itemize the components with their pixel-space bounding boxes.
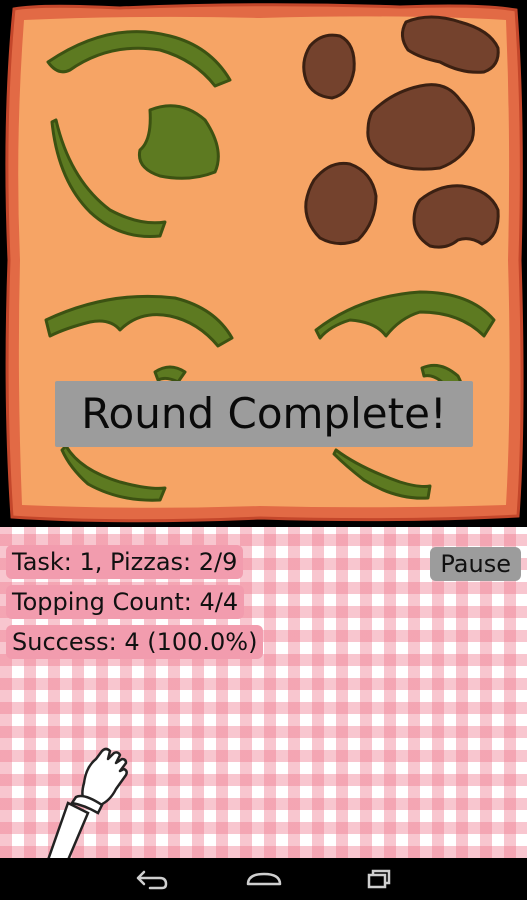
recents-icon [367, 869, 391, 889]
sausage-piece [412, 184, 500, 249]
topping-count-label: Topping Count: 4/4 [6, 585, 245, 619]
pizza[interactable] [0, 0, 527, 527]
status-panel: Task: 1, Pizzas: 2/9 Topping Count: 4/4 … [0, 527, 527, 858]
android-navigation-bar [0, 858, 527, 900]
success-rate-label: Success: 4 (100.0%) [6, 625, 264, 659]
nav-recents-button[interactable] [352, 866, 400, 892]
chef-sleeve [47, 801, 90, 858]
nav-home-button[interactable] [240, 866, 288, 892]
green-pepper-fragment [153, 365, 187, 384]
pause-button[interactable]: Pause [430, 547, 521, 581]
nav-back-button[interactable] [128, 866, 176, 892]
sausage-piece [302, 33, 356, 100]
back-arrow-icon [136, 870, 168, 890]
home-icon [246, 872, 282, 886]
round-complete-banner: Round Complete! [55, 381, 473, 447]
chef-hand-sprite [47, 747, 128, 858]
task-pizza-counter: Task: 1, Pizzas: 2/9 [6, 545, 244, 579]
game-board[interactable]: Round Complete! [0, 0, 527, 527]
sausage-piece [304, 161, 378, 245]
